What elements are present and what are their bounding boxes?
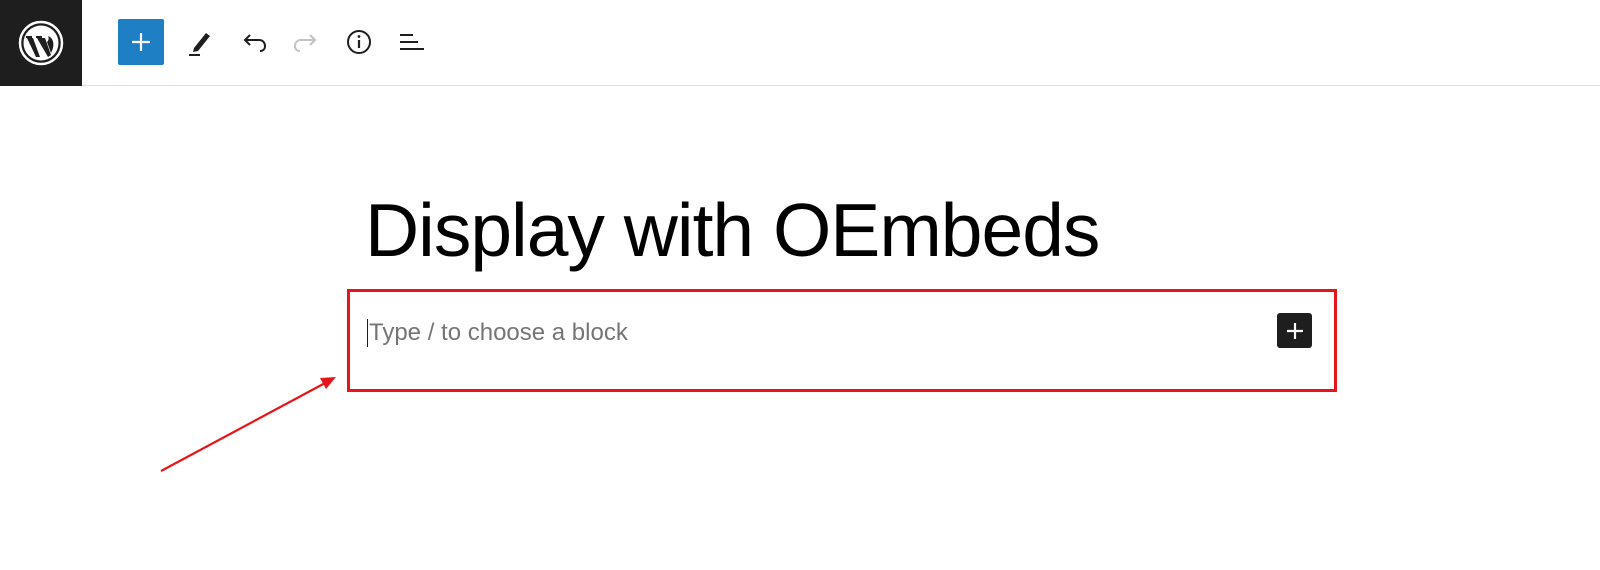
block-inserter-button[interactable]: [1277, 313, 1312, 348]
redo-icon: [293, 34, 317, 52]
pencil-icon: [189, 33, 210, 56]
plus-icon: [1286, 322, 1303, 339]
info-icon: [347, 30, 371, 54]
wordpress-logo-button[interactable]: [0, 0, 82, 86]
details-button[interactable]: [336, 19, 382, 65]
editor-header-toolbar: [0, 0, 1600, 86]
redo-button[interactable]: [283, 19, 329, 65]
text-caret: [367, 319, 368, 347]
tools-button[interactable]: [178, 19, 224, 65]
list-view-icon: [400, 34, 424, 50]
wordpress-logo-icon: [18, 20, 64, 66]
plus-icon: [132, 33, 150, 51]
add-block-button[interactable]: [118, 19, 164, 65]
post-title[interactable]: Display with OEmbeds: [365, 185, 1100, 275]
block-appender-input[interactable]: [367, 313, 1269, 353]
undo-button[interactable]: [231, 19, 277, 65]
undo-icon: [243, 34, 267, 52]
list-view-button[interactable]: [389, 19, 435, 65]
